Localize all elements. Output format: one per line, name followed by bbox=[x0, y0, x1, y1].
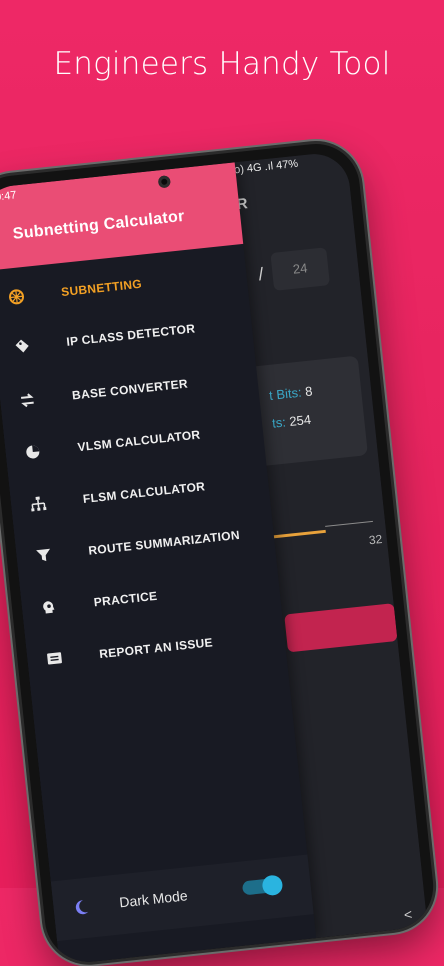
nav-back-button[interactable]: < bbox=[403, 906, 413, 923]
subnet-globe-icon bbox=[7, 287, 27, 307]
host-bits-value: 8 bbox=[304, 383, 314, 400]
hosts-value: 254 bbox=[288, 411, 312, 429]
calculate-button[interactable] bbox=[284, 603, 398, 653]
menu-label: VLSM CALCULATOR bbox=[76, 427, 202, 455]
headline: Engineers Handy Tool bbox=[53, 46, 391, 82]
cidr-input[interactable]: 24 bbox=[270, 247, 330, 291]
swap-arrows-icon bbox=[17, 390, 37, 410]
filter-icon bbox=[34, 546, 54, 566]
toggle-knob bbox=[261, 874, 284, 897]
dark-mode-toggle[interactable] bbox=[241, 874, 284, 897]
phone-mockup: Vo) 4G .ıl 47% OR / 24 t Bits: 8 ts: 254… bbox=[0, 139, 438, 966]
menu-label: BASE CONVERTER bbox=[71, 376, 189, 403]
cidr-slider-fill[interactable] bbox=[265, 529, 326, 540]
cidr-slider-track[interactable] bbox=[325, 520, 374, 535]
moon-icon bbox=[71, 898, 91, 918]
network-tree-icon bbox=[28, 494, 48, 514]
pie-chart-icon bbox=[23, 442, 43, 462]
brain-head-icon bbox=[39, 597, 59, 617]
slider-max-label: 32 bbox=[368, 531, 383, 548]
menu-label: ROUTE SUMMARIZATION bbox=[87, 527, 241, 558]
menu-label: PRACTICE bbox=[93, 588, 159, 610]
hosts-label: ts: bbox=[271, 414, 287, 431]
menu-label: REPORT AN ISSUE bbox=[98, 635, 214, 662]
message-icon bbox=[45, 649, 65, 669]
menu-label: FLSM CALCULATOR bbox=[82, 479, 206, 506]
drawer-header: 10:47 Subnetting Calculator bbox=[0, 162, 244, 271]
status-icons: Vo) 4G .ıl 47% bbox=[226, 157, 299, 178]
menu-label: IP CLASS DETECTOR bbox=[65, 321, 196, 349]
cidr-slash: / bbox=[257, 263, 265, 285]
menu-label: SUBNETTING bbox=[60, 276, 143, 300]
status-time: 10:47 bbox=[0, 189, 18, 205]
dark-mode-label: Dark Mode bbox=[118, 887, 189, 911]
dark-mode-row: Dark Mode bbox=[50, 854, 314, 942]
drawer-title: Subnetting Calculator bbox=[12, 207, 186, 243]
tag-icon bbox=[12, 337, 32, 357]
phone-screen: Vo) 4G .ıl 47% OR / 24 t Bits: 8 ts: 254… bbox=[0, 150, 428, 966]
